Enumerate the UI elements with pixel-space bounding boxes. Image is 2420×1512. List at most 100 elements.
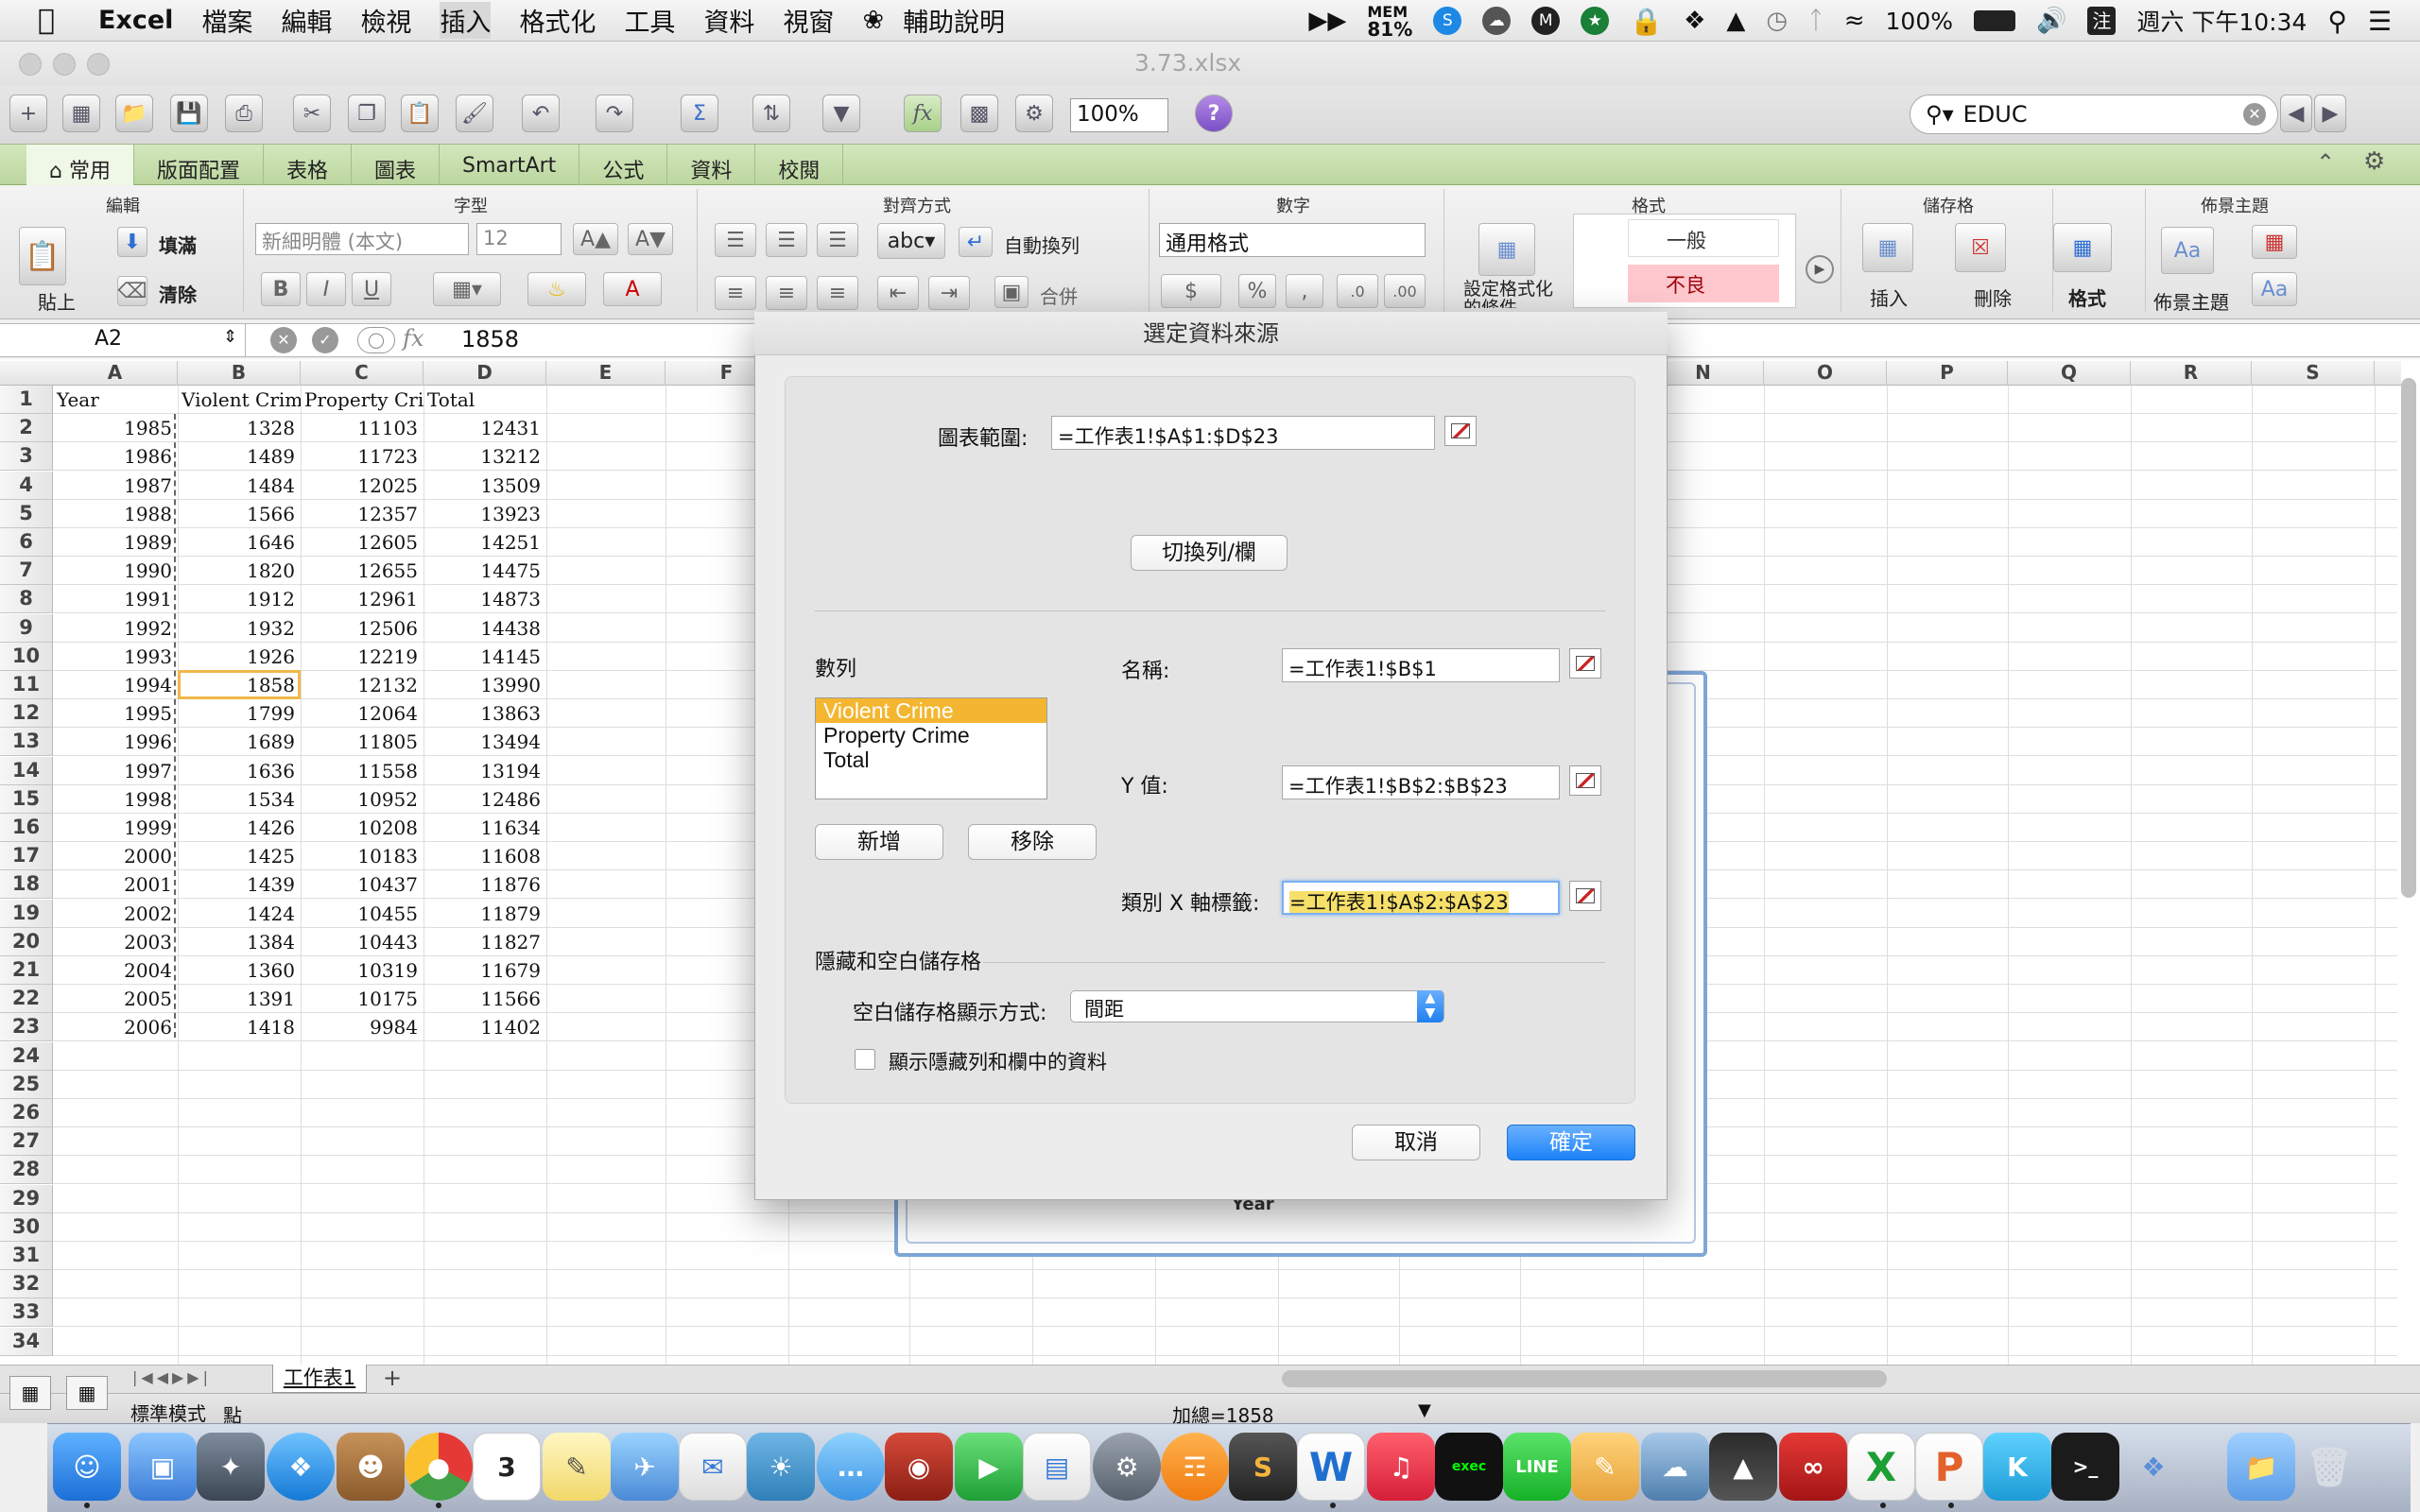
k-app-icon[interactable]: K xyxy=(1983,1433,2051,1501)
tab-tables[interactable]: 表格 xyxy=(264,145,353,185)
evernote-icon[interactable]: ★ xyxy=(1581,7,1610,35)
number-format-field[interactable]: 通用格式 xyxy=(1159,223,1426,257)
column-header[interactable]: P xyxy=(1887,361,2008,386)
fx-label[interactable]: fx xyxy=(403,325,424,352)
table-cell[interactable]: 1424 xyxy=(178,900,301,928)
tab-charts[interactable]: 圖表 xyxy=(352,145,441,185)
table-cell[interactable]: 12605 xyxy=(301,528,424,557)
format-cells-button[interactable]: 格式 xyxy=(2068,284,2106,311)
x-labels-collapse-icon[interactable] xyxy=(1569,881,1601,911)
help-icon[interactable]: ? xyxy=(1195,94,1233,132)
pages-icon[interactable]: ✎ xyxy=(1571,1433,1639,1501)
close-window-button[interactable] xyxy=(19,53,42,76)
style-normal[interactable]: 一般 xyxy=(1628,219,1779,257)
column-header[interactable]: R xyxy=(2131,361,2252,386)
comma-icon[interactable]: , xyxy=(1286,274,1323,308)
table-cell[interactable]: 1328 xyxy=(178,414,301,442)
row-header[interactable]: 14 xyxy=(0,756,53,785)
preview-icon[interactable]: ✈ xyxy=(611,1433,679,1501)
row-header[interactable]: 20 xyxy=(0,927,53,956)
powerpoint-icon[interactable]: P xyxy=(1915,1433,1983,1501)
table-cell[interactable]: 13509 xyxy=(424,472,546,500)
remove-series-button[interactable]: 移除 xyxy=(968,824,1097,860)
wifi-icon[interactable]: ≈ xyxy=(1844,7,1865,35)
row-header[interactable]: 9 xyxy=(0,613,53,643)
insert-cells-button[interactable]: 插入 xyxy=(1870,284,1908,311)
table-cell[interactable]: 11103 xyxy=(301,414,424,442)
lock-icon[interactable]: 🔒 xyxy=(1630,6,1663,37)
image-capture-icon[interactable]: ☁ xyxy=(1641,1433,1709,1501)
column-header[interactable]: A xyxy=(53,361,178,386)
table-cell[interactable]: 1646 xyxy=(178,528,301,557)
fill-color-icon[interactable]: ♨ xyxy=(527,272,586,306)
row-header[interactable]: 24 xyxy=(0,1041,53,1071)
insert-cells-icon[interactable]: ▦ xyxy=(1862,223,1913,272)
tab-smartart[interactable]: SmartArt xyxy=(440,145,580,185)
table-cell[interactable]: 11805 xyxy=(301,728,424,756)
messages-icon[interactable]: … xyxy=(817,1433,885,1501)
horizontal-scrollbar[interactable] xyxy=(1282,1370,1887,1387)
formula-value[interactable]: 1858 xyxy=(461,326,519,352)
keynote-icon[interactable]: ▣ xyxy=(129,1433,197,1501)
table-cell[interactable]: 14438 xyxy=(424,614,546,643)
zoom-window-button[interactable] xyxy=(87,53,110,76)
wrap-text-button[interactable]: 自動換列 xyxy=(1004,231,1080,258)
row-header[interactable]: 28 xyxy=(0,1156,53,1185)
decrease-indent-icon[interactable]: ⇤ xyxy=(877,276,919,310)
fill-button[interactable]: 填滿 xyxy=(159,231,197,258)
search-prev-icon[interactable]: ◀ xyxy=(2280,94,2312,132)
series-item-property-crime[interactable]: Property Crime xyxy=(816,723,1046,747)
table-cell[interactable]: 14145 xyxy=(424,643,546,671)
time-machine-icon[interactable]: ◷ xyxy=(1766,7,1788,35)
new-icon[interactable]: + xyxy=(9,94,47,132)
format-painter-icon[interactable]: 🖌 xyxy=(456,94,493,132)
numbers-icon[interactable]: ▤ xyxy=(1023,1433,1091,1501)
apple-icon[interactable]:  xyxy=(38,4,70,37)
table-cell[interactable]: 12219 xyxy=(301,643,424,671)
underline-icon[interactable]: U xyxy=(352,272,391,306)
filter-icon[interactable]: ▼ xyxy=(822,94,860,132)
percent-icon[interactable]: % xyxy=(1238,274,1276,308)
menu-view[interactable]: 檢視 xyxy=(360,2,411,39)
table-cell[interactable]: 1418 xyxy=(178,1013,301,1041)
clear-button[interactable]: 清除 xyxy=(159,280,197,307)
column-header[interactable]: S xyxy=(2252,361,2375,386)
table-cell[interactable]: 13494 xyxy=(424,728,546,756)
notification-icon[interactable]: ☰ xyxy=(2368,6,2392,37)
mem-indicator[interactable]: MEM 81% xyxy=(1367,4,1412,40)
table-cell[interactable]: 11876 xyxy=(424,870,546,899)
row-header[interactable]: 3 xyxy=(0,442,53,472)
series-item-total[interactable]: Total xyxy=(816,747,1046,772)
table-cell[interactable]: 12486 xyxy=(424,785,546,814)
menu-tools[interactable]: 工具 xyxy=(624,2,675,39)
style-bad[interactable]: 不良 xyxy=(1628,265,1779,302)
table-cell[interactable]: 1426 xyxy=(178,814,301,842)
tab-data[interactable]: 資料 xyxy=(667,145,756,185)
ibooks-icon[interactable]: ☶ xyxy=(1161,1433,1229,1501)
table-cell[interactable]: 11879 xyxy=(424,900,546,928)
table-cell[interactable]: 13212 xyxy=(424,442,546,471)
table-cell[interactable]: Year xyxy=(53,386,178,414)
table-cell[interactable]: 1439 xyxy=(178,870,301,899)
ribbon-settings-icon[interactable]: ⚙ xyxy=(2363,147,2385,176)
cancel-button[interactable]: 取消 xyxy=(1352,1125,1480,1160)
row-header[interactable]: 27 xyxy=(0,1127,53,1157)
table-cell[interactable]: 1489 xyxy=(178,442,301,471)
row-header[interactable]: 4 xyxy=(0,471,53,500)
table-cell[interactable]: 1534 xyxy=(178,785,301,814)
row-header[interactable]: 17 xyxy=(0,842,53,871)
show-hidden-checkbox[interactable] xyxy=(855,1049,875,1070)
paste-button[interactable]: 貼上 xyxy=(38,287,76,315)
table-cell[interactable]: Total xyxy=(424,386,546,414)
formula-builder-icon[interactable]: fx xyxy=(904,94,942,132)
grow-font-icon[interactable]: A▲ xyxy=(573,223,618,255)
script-icon[interactable]: ❀ xyxy=(862,6,884,35)
facetime-icon[interactable]: ▶ xyxy=(955,1433,1023,1501)
row-header[interactable]: 5 xyxy=(0,499,53,528)
table-cell[interactable]: 1425 xyxy=(178,842,301,870)
itunes-icon[interactable]: ♫ xyxy=(1367,1433,1435,1501)
table-cell[interactable]: 1566 xyxy=(178,500,301,528)
row-header[interactable]: 22 xyxy=(0,985,53,1014)
m-icon[interactable]: M xyxy=(1531,7,1561,35)
ok-button[interactable]: 確定 xyxy=(1507,1125,1635,1160)
